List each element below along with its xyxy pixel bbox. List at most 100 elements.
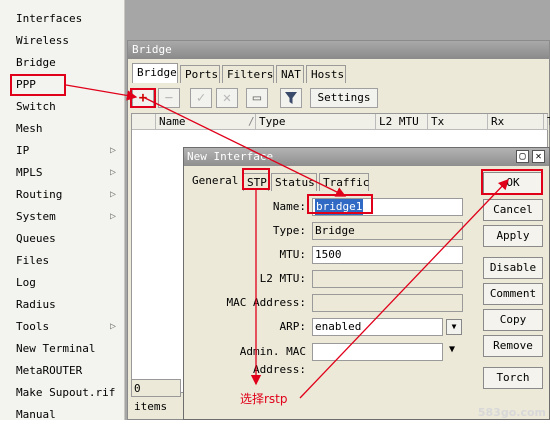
- disable-button[interactable]: Disable: [483, 257, 543, 279]
- copy-button[interactable]: Copy: [483, 309, 543, 331]
- ppp-highlight-box: [10, 74, 66, 96]
- watermark: 583go.com: [477, 406, 546, 419]
- arp-select[interactable]: enabled: [312, 318, 443, 336]
- sidebar-item-tools[interactable]: Tools ▷: [0, 316, 124, 338]
- sidebar-item-log[interactable]: Log: [0, 272, 124, 294]
- filter-button[interactable]: [280, 88, 302, 108]
- sidebar-item-label: Make Supout.rif: [16, 386, 116, 399]
- maximize-icon[interactable]: ▢: [516, 150, 529, 163]
- arp-label: ARP:: [279, 320, 307, 333]
- type-label: Type:: [272, 224, 306, 237]
- sidebar-item-label: MetaROUTER: [16, 364, 83, 377]
- sidebar-item-wireless[interactable]: Wireless: [0, 30, 124, 52]
- torch-button[interactable]: Torch: [483, 367, 543, 389]
- chevron-right-icon: ▷: [109, 189, 116, 200]
- add-button-highlight-box: [130, 88, 156, 108]
- column-header-blank: [132, 114, 156, 130]
- funnel-icon: [285, 92, 297, 104]
- chevron-right-icon: ▷: [109, 167, 116, 178]
- cancel-button[interactable]: Cancel: [483, 199, 543, 221]
- sidebar-item-make-supout[interactable]: Make Supout.rif: [0, 382, 124, 404]
- sidebar-item-label: Tools: [16, 320, 50, 333]
- bridge-window-title: Bridge: [128, 41, 549, 59]
- column-header-rx[interactable]: Rx: [488, 114, 544, 130]
- sidebar-item-label: Mesh: [16, 122, 43, 135]
- column-header-t[interactable]: T: [544, 114, 550, 130]
- admin-mac-address-label: Admin. MAC Address:: [239, 345, 306, 376]
- dropdown-arrow-icon[interactable]: ▼: [446, 319, 462, 335]
- enable-button[interactable]: ✓: [190, 88, 212, 108]
- comment-button[interactable]: ▭: [246, 88, 268, 108]
- tab-nat[interactable]: NAT: [276, 65, 304, 83]
- sidebar-item-switch[interactable]: Switch: [0, 96, 124, 118]
- sidebar-item-manual[interactable]: Manual: [0, 404, 124, 426]
- tab-ports[interactable]: Ports: [180, 65, 220, 83]
- sidebar-item-radius[interactable]: Radius: [0, 294, 124, 316]
- admin-mac-address-field[interactable]: [312, 343, 443, 361]
- mtu-field[interactable]: 1500: [312, 246, 463, 264]
- column-header-type[interactable]: Type /: [248, 114, 376, 130]
- annotation-text: 选择rstp: [240, 392, 288, 406]
- l2mtu-label: L2 MTU:: [259, 272, 306, 285]
- remove-button[interactable]: Remove: [483, 335, 543, 357]
- sidebar-item-bridge[interactable]: Bridge: [0, 52, 124, 74]
- sidebar-item-routing[interactable]: Routing ▷: [0, 184, 124, 206]
- disable-button[interactable]: ✕: [216, 88, 238, 108]
- l2mtu-field: [312, 270, 463, 288]
- sidebar-item-label: Bridge: [16, 56, 56, 69]
- sidebar-item-label: Queues: [16, 232, 56, 245]
- sidebar-item-label: Manual: [16, 408, 56, 421]
- column-header-label: Name: [159, 115, 186, 128]
- sidebar-item-mpls[interactable]: MPLS ▷: [0, 162, 124, 184]
- tab-filters[interactable]: Filters: [222, 65, 274, 83]
- chevron-right-icon: ▷: [109, 211, 116, 222]
- sidebar-item-label: Wireless: [16, 34, 69, 47]
- sidebar-item-label: Interfaces: [16, 12, 83, 25]
- sidebar-item-ip[interactable]: IP ▷: [0, 140, 124, 162]
- column-header-label: Rx: [491, 115, 505, 128]
- sidebar-item-label: New Terminal: [16, 342, 96, 355]
- status-bar: 0 items: [131, 379, 181, 413]
- remove-button[interactable]: −: [158, 88, 180, 108]
- column-header-l2mtu[interactable]: L2 MTU: [376, 114, 428, 130]
- tab-traffic[interactable]: Traffic: [319, 173, 369, 191]
- sidebar-item-system[interactable]: System ▷: [0, 206, 124, 228]
- mac-address-label: MAC Address:: [226, 296, 306, 309]
- sidebar-item-label: Files: [16, 254, 50, 267]
- sidebar-item-interfaces[interactable]: Interfaces: [0, 8, 124, 30]
- dialog-title: New Interface: [184, 148, 549, 166]
- sidebar-item-label: Switch: [16, 100, 56, 113]
- sidebar-item-label: System: [16, 210, 56, 223]
- chevron-right-icon: ▷: [109, 321, 116, 332]
- close-icon[interactable]: ✕: [532, 150, 545, 163]
- sidebar-menu: Interfaces Wireless Bridge PPP Switch Me…: [0, 0, 125, 421]
- sidebar-item-queues[interactable]: Queues: [0, 228, 124, 250]
- chevron-right-icon: ▷: [109, 145, 116, 156]
- ok-button-highlight-box: [481, 169, 543, 195]
- apply-button[interactable]: Apply: [483, 225, 543, 247]
- sidebar-item-label: Log: [16, 276, 36, 289]
- sidebar-item-label: MPLS: [16, 166, 43, 179]
- sidebar-item-files[interactable]: Files: [0, 250, 124, 272]
- tab-general[interactable]: General: [188, 171, 243, 189]
- sort-indicator-icon: /: [248, 115, 255, 128]
- settings-button[interactable]: Settings: [310, 88, 378, 108]
- tab-hosts[interactable]: Hosts: [306, 65, 346, 83]
- column-header-name[interactable]: Name: [156, 114, 256, 130]
- column-header-label: Tx: [431, 115, 445, 128]
- name-field-highlight-box: [307, 194, 373, 214]
- sidebar-item-label: IP: [16, 144, 30, 157]
- stp-tab-highlight-box: [242, 168, 270, 190]
- chevron-down-icon[interactable]: ▼: [449, 344, 455, 355]
- column-header-label: L2 MTU: [379, 115, 419, 128]
- sidebar-item-new-terminal[interactable]: New Terminal: [0, 338, 124, 360]
- sidebar-item-metarouter[interactable]: MetaROUTER: [0, 360, 124, 382]
- tab-bridge[interactable]: Bridge: [132, 63, 178, 83]
- name-label: Name:: [272, 200, 306, 213]
- sidebar-item-mesh[interactable]: Mesh: [0, 118, 124, 140]
- mtu-label: MTU:: [279, 248, 307, 261]
- tab-status[interactable]: Status: [271, 173, 317, 191]
- type-field: Bridge: [312, 222, 463, 240]
- comment-button[interactable]: Comment: [483, 283, 543, 305]
- column-header-tx[interactable]: Tx: [428, 114, 488, 130]
